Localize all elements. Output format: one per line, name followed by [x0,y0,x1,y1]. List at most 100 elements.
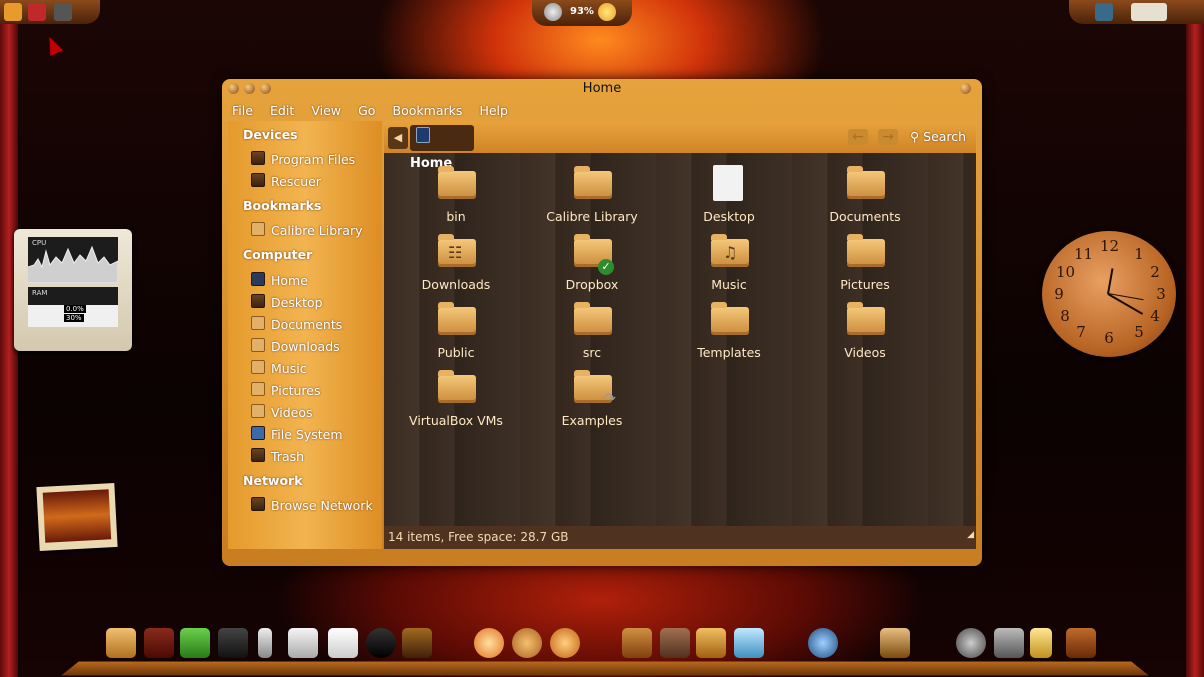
file-item-label: bin [446,209,466,224]
file-item-label: Documents [829,209,901,224]
sidebar-heading-bookmarks: Bookmarks [243,198,322,213]
quill-icon[interactable] [258,628,272,658]
location-toolbar: ◀ Home ← → ⚲ Search [384,121,976,171]
network-icon[interactable] [544,3,562,21]
places-sidebar: Devices Program Files Rescuer Bookmarks … [228,121,382,549]
file-item-videos[interactable]: Videos [797,297,933,365]
sidebar-heading-computer: Computer [243,247,313,262]
sidebar-item-music[interactable]: Music [251,360,307,378]
mouse-icon[interactable] [366,628,396,658]
sidebar-item-videos[interactable]: Videos [251,404,313,422]
media-player-icon[interactable] [956,628,986,658]
photo-image [42,489,112,543]
sidebar-item-browse-network[interactable]: Browse Network [251,497,373,515]
top-panel-right [1069,0,1204,24]
jar-icon[interactable] [1030,628,1052,658]
battery-percent[interactable]: 93% [570,6,594,17]
file-item-label: Dropbox [565,277,619,292]
session-icon[interactable] [1131,3,1167,21]
menu-bookmarks[interactable]: Bookmarks [393,103,463,118]
clock-number: 2 [1150,263,1160,281]
title-bar[interactable]: Home [222,79,982,99]
status-text: 14 items, Free space: 28.7 GB [388,530,569,544]
notification-icon[interactable] [1095,3,1113,21]
file-system-icon [251,426,265,440]
downloads-icon [251,338,265,352]
weather-icon[interactable] [598,3,616,21]
sidebar-item-rescuer[interactable]: Rescuer [251,173,321,191]
file-item-templates[interactable]: Templates [661,297,797,365]
sidebar-item-documents[interactable]: Documents [251,316,342,334]
script-icon[interactable] [402,628,432,658]
menu-edit[interactable]: Edit [270,103,294,118]
recycle-icon[interactable] [180,628,210,658]
sidebar-item-file-system[interactable]: File System [251,426,343,444]
terminal-icon[interactable] [218,628,248,658]
home-folder-icon[interactable] [106,628,136,658]
file-item-public[interactable]: Public [388,297,524,365]
chevron-left-icon[interactable]: ◀ [388,127,408,149]
monitor-icon[interactable] [54,3,72,21]
sidebar-item-label: Browse Network [271,498,373,513]
sidebar-item-trash[interactable]: Trash [251,448,304,466]
skype-icon[interactable] [622,628,652,658]
clock-number: 8 [1060,307,1070,325]
mouse-cursor-icon [42,33,64,57]
sidebar-item-label: Music [271,361,307,376]
sidebar-item-label: Rescuer [271,174,321,189]
sidebar-item-pictures[interactable]: Pictures [251,382,321,400]
sidebar-item-desktop[interactable]: Desktop [251,294,323,312]
sidebar-item-home[interactable]: Home [251,272,308,290]
contacts-icon[interactable] [660,628,690,658]
search-label: Search [923,129,967,144]
screen-icon[interactable] [734,628,764,658]
menu-file[interactable]: File [232,103,253,118]
browser-icon[interactable] [474,628,504,658]
file-item-calibre-library[interactable]: Calibre Library [524,161,660,229]
file-item-music[interactable]: ♫ Music [661,229,797,297]
file-item-documents[interactable]: Documents [797,161,933,229]
file-item-desktop[interactable]: Desktop [661,161,797,229]
file-item-label: src [582,345,602,360]
file-item-examples[interactable]: ↷ Examples [524,365,660,433]
clock-number: 6 [1104,329,1114,347]
folder-documents-icon [847,166,885,199]
sidebar-item-downloads[interactable]: Downloads [251,338,340,356]
file-item-virtualbox-vms[interactable]: VirtualBox VMs [388,365,524,433]
eagle-icon[interactable] [696,628,726,658]
monitor-icon[interactable] [880,628,910,658]
bookshelf-icon[interactable] [144,628,174,658]
menu-go[interactable]: Go [358,103,375,118]
globe-icon[interactable] [512,628,542,658]
camera-shutter-icon[interactable] [808,628,838,658]
file-view: ◀ Home ← → ⚲ Search bin Calibre Library … [384,121,976,549]
search-button[interactable]: ⚲ Search [910,129,966,144]
usb-icon[interactable] [994,628,1024,658]
drive-icon [251,151,265,165]
flag-icon[interactable] [28,3,46,21]
chest-icon[interactable] [1066,628,1096,658]
sidebar-item-program-files[interactable]: Program Files [251,151,355,169]
back-arrow-icon[interactable]: ← [848,129,868,145]
folder-icon [438,370,476,403]
clock-number: 5 [1134,323,1144,341]
mail-icon[interactable] [550,628,580,658]
file-item-pictures[interactable]: Pictures [797,229,933,297]
status-bar: 14 items, Free space: 28.7 GB ◢ [384,526,976,549]
file-item-downloads[interactable]: ☷ Downloads [388,229,524,297]
forward-arrow-icon[interactable]: → [878,129,898,145]
menu-view[interactable]: View [311,103,341,118]
file-item-src[interactable]: src [524,297,660,365]
file-item-label: Videos [844,345,886,360]
resize-grip-icon[interactable]: ◢ [967,524,974,547]
file-item-bin[interactable]: bin [388,161,524,229]
sidebar-item-label: Desktop [271,295,323,310]
book-icon[interactable] [328,628,358,658]
sidebar-item-calibre-library[interactable]: Calibre Library [251,222,363,240]
app-menu-icon[interactable] [4,3,22,21]
menu-help[interactable]: Help [479,103,508,118]
brush-icon[interactable] [288,628,318,658]
breadcrumb-home[interactable]: Home [410,125,474,171]
file-item-dropbox[interactable]: ✓ Dropbox [524,229,660,297]
window-menu-button[interactable] [960,83,971,94]
